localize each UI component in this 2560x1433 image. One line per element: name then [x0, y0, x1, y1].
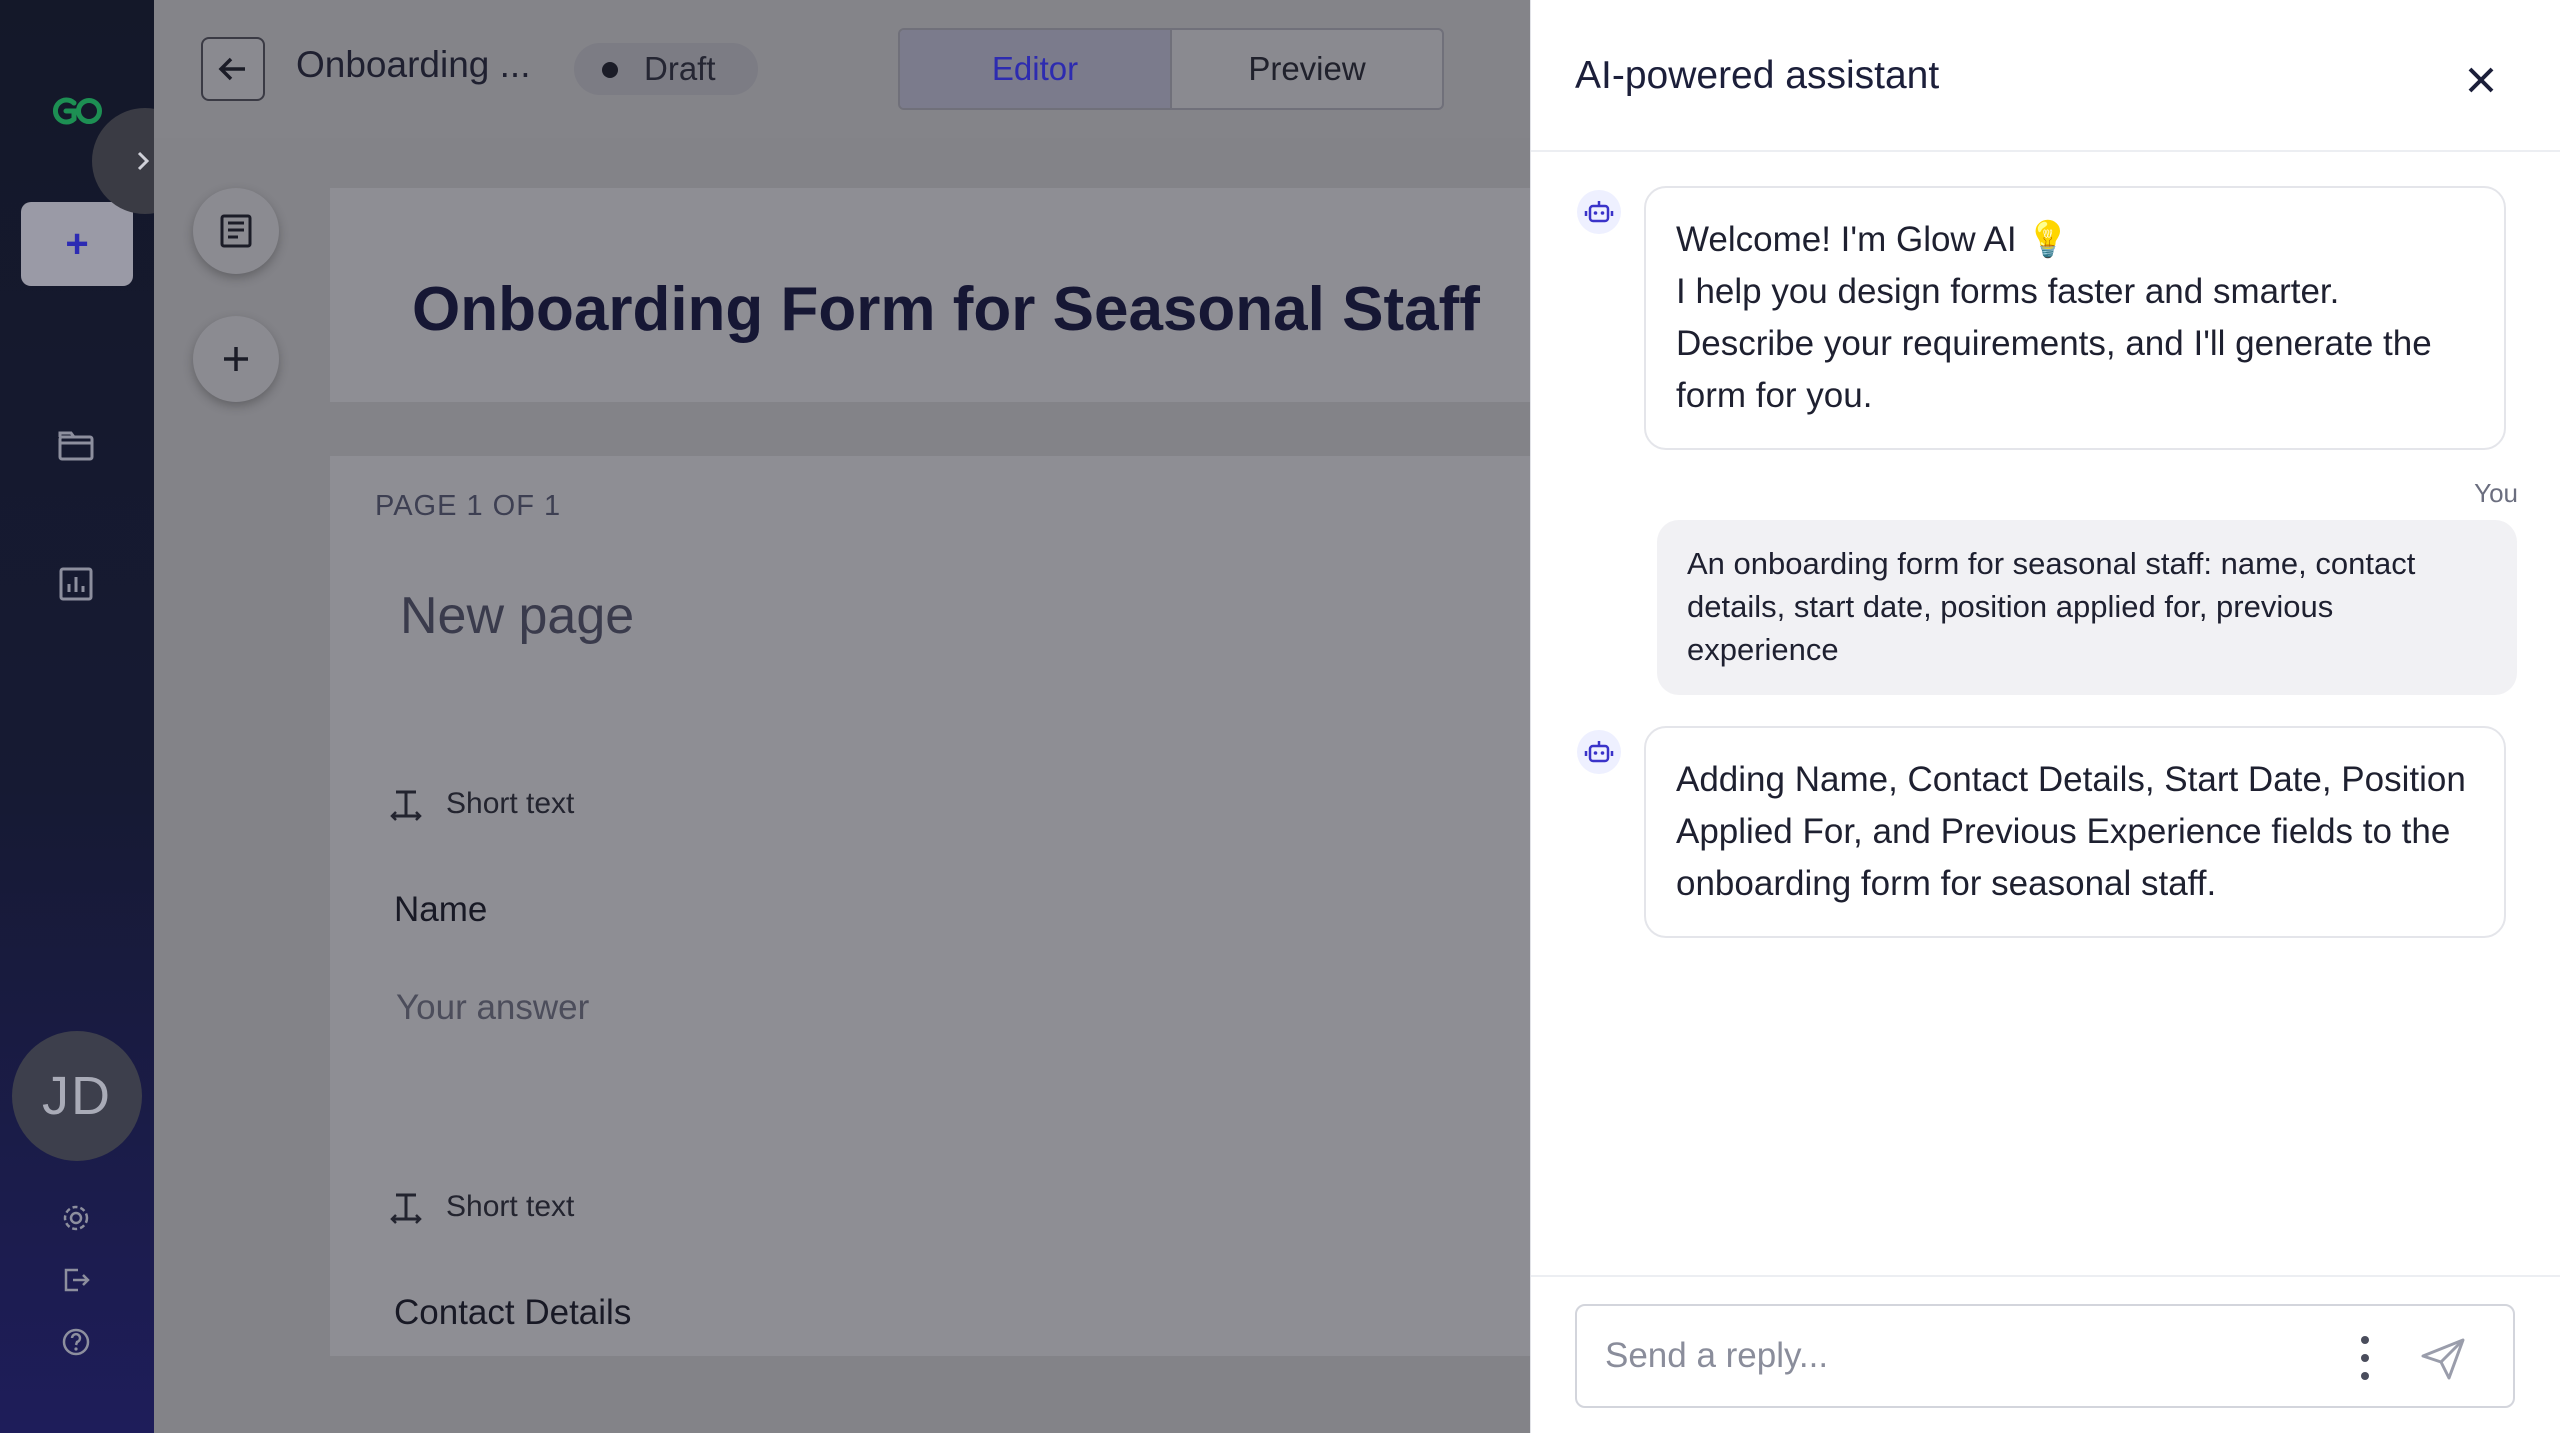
tab-preview[interactable]: Preview	[1172, 30, 1442, 108]
text-cursor-icon	[390, 790, 422, 821]
form-settings-button[interactable]	[193, 188, 279, 274]
avatar[interactable]: JD	[12, 1031, 142, 1161]
folder-icon[interactable]	[54, 424, 98, 468]
arrow-left-icon	[218, 57, 245, 81]
field-type-label: Short text	[388, 786, 574, 822]
back-button[interactable]	[201, 37, 265, 101]
field-type-label: Short text	[388, 1189, 574, 1225]
field-answer-placeholder: Your answer	[396, 988, 590, 1027]
assistant-message: Adding Name, Contact Details, Start Date…	[1644, 726, 2506, 938]
more-options-icon[interactable]	[2355, 1336, 2375, 1380]
reply-box	[1575, 1304, 2515, 1408]
close-icon	[2468, 67, 2494, 93]
help-icon[interactable]	[58, 1324, 94, 1360]
logo-icon[interactable]	[50, 94, 104, 128]
field-label-name[interactable]: Name	[394, 890, 487, 930]
page-name[interactable]: New page	[400, 586, 634, 646]
logout-icon[interactable]	[58, 1262, 94, 1298]
tab-editor[interactable]: Editor	[900, 30, 1172, 108]
create-new-button[interactable]: +	[21, 202, 133, 286]
bot-avatar-icon	[1577, 730, 1621, 774]
analytics-icon[interactable]	[54, 562, 98, 606]
assistant-panel: AI-powered assistant Welcome! I'm Glow A…	[1530, 0, 2560, 1433]
form-title-card[interactable]: Onboarding Form for Seasonal Staff	[330, 188, 1530, 402]
page-indicator: PAGE 1 OF 1	[375, 490, 562, 522]
form-title[interactable]: Onboarding Form for Seasonal Staff	[412, 274, 1480, 345]
add-icon: +	[65, 221, 89, 266]
assistant-title: AI-powered assistant	[1575, 54, 1940, 97]
status-dot-icon	[602, 62, 618, 78]
sidebar: + JD	[0, 0, 154, 1433]
form-page: PAGE 1 OF 1 New page Short text Name You…	[330, 456, 1530, 1356]
user-label: You	[2474, 478, 2518, 508]
reply-footer	[1531, 1275, 2560, 1433]
send-icon[interactable]	[2417, 1332, 2469, 1384]
document-title[interactable]: Onboarding ...	[296, 44, 530, 86]
field-label-contact-details[interactable]: Contact Details	[394, 1293, 631, 1333]
plus-icon	[224, 347, 248, 371]
reply-input[interactable]	[1605, 1306, 2325, 1406]
user-message: An onboarding form for seasonal staff: n…	[1657, 520, 2517, 695]
view-switcher: Editor Preview	[898, 28, 1444, 110]
message-text: I help you design forms faster and smart…	[1676, 272, 2432, 415]
message-line: Welcome! I'm Glow AI 💡	[1676, 220, 2070, 259]
document-icon	[220, 214, 252, 248]
add-field-button[interactable]	[193, 316, 279, 402]
assistant-message: Welcome! I'm Glow AI 💡 I help you design…	[1644, 186, 2506, 450]
status-badge: Draft	[574, 43, 758, 95]
close-button[interactable]	[2459, 58, 2503, 102]
bot-avatar-icon	[1577, 190, 1621, 234]
settings-icon[interactable]	[58, 1200, 94, 1236]
chevron-right-icon	[137, 151, 150, 171]
status-label: Draft	[644, 50, 716, 87]
text-cursor-icon	[390, 1193, 422, 1224]
assistant-header: AI-powered assistant	[1531, 0, 2560, 152]
